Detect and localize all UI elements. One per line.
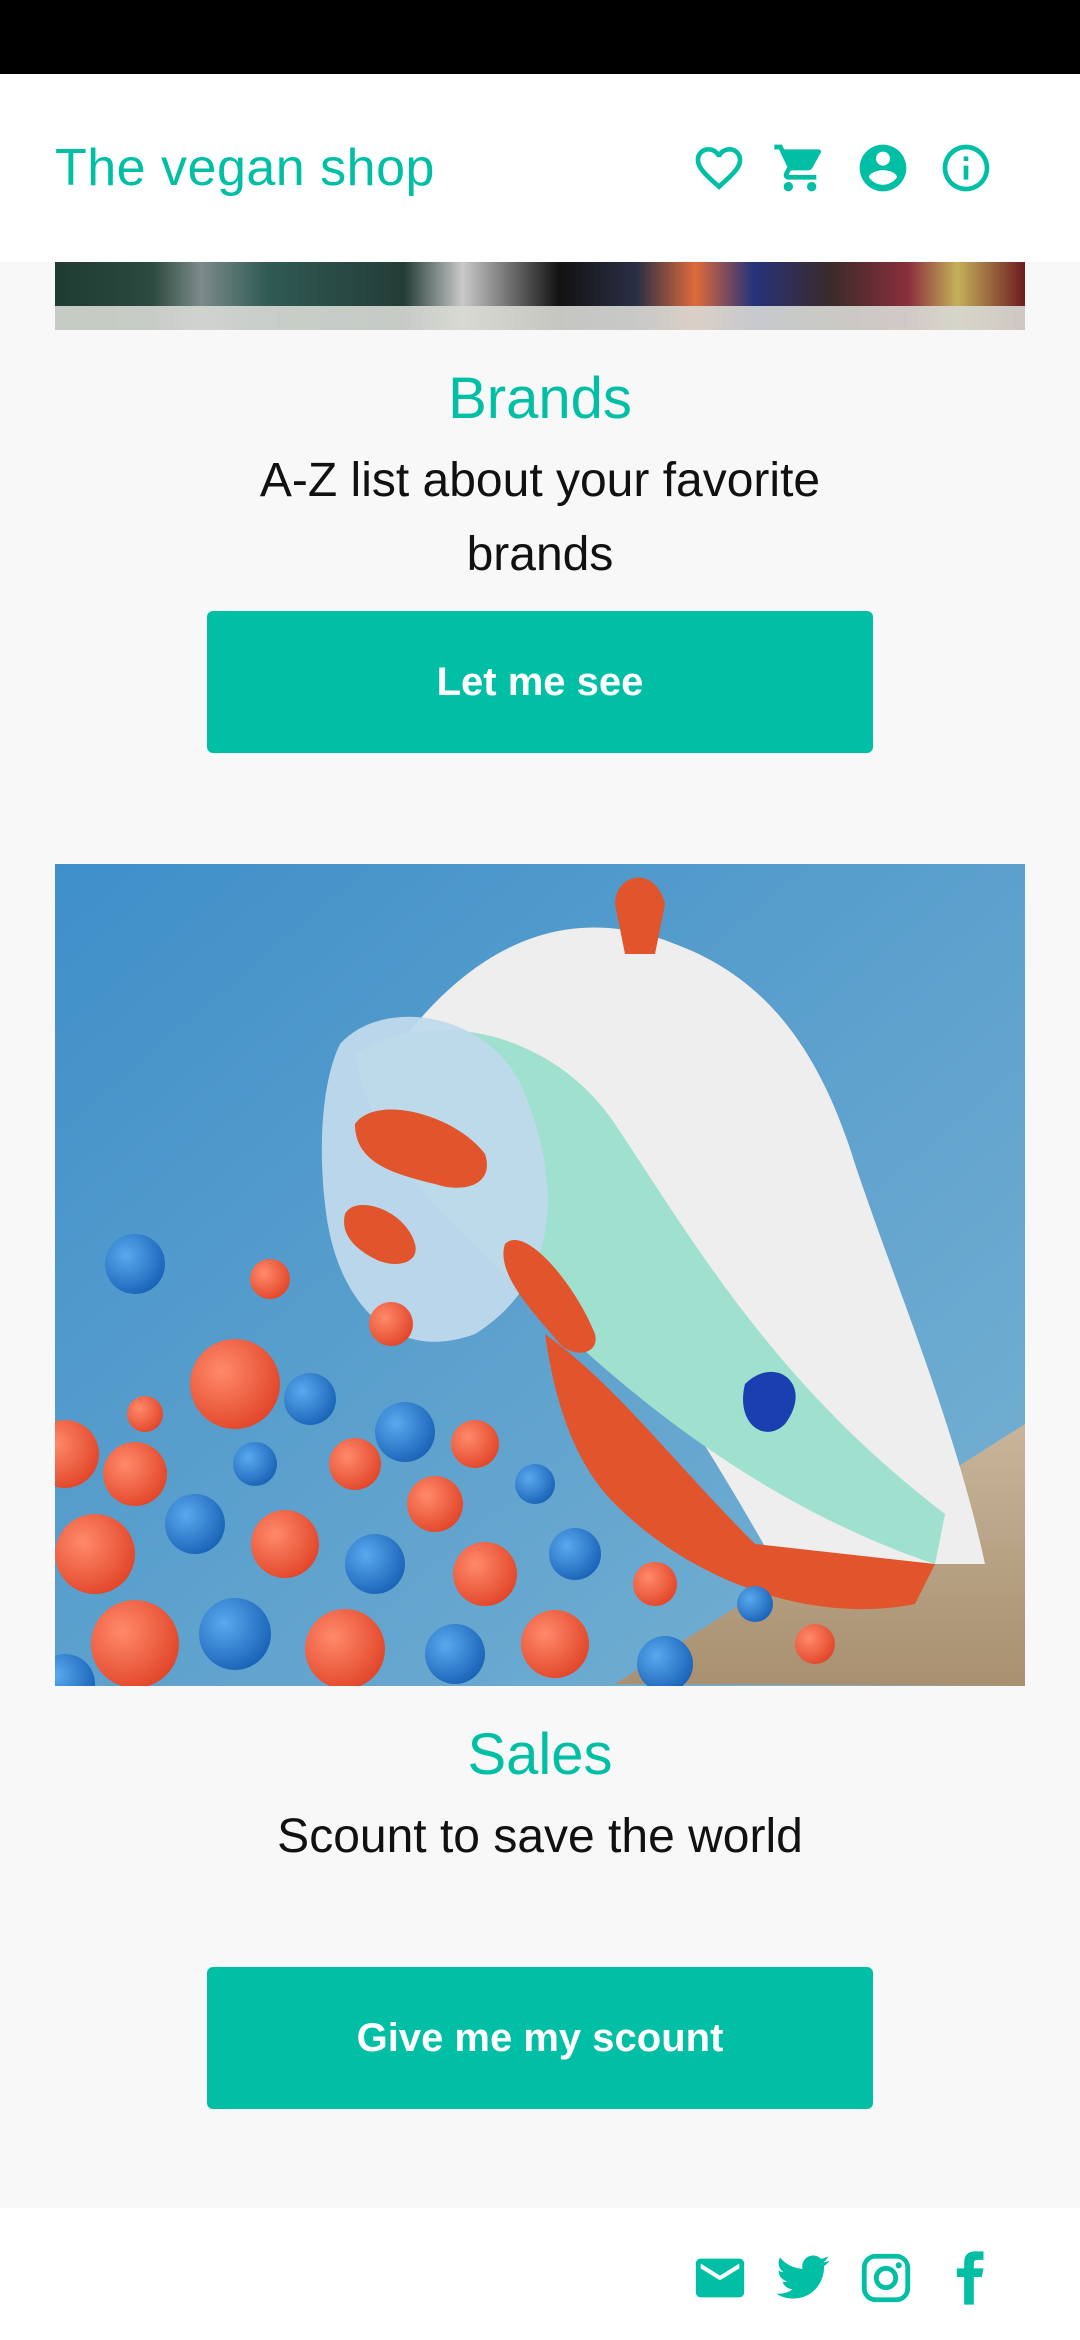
sales-title: Sales (467, 1722, 613, 1787)
mail-icon[interactable] (690, 2248, 750, 2308)
app-header: The vegan shop (0, 74, 1080, 262)
info-icon[interactable] (936, 138, 996, 198)
give-me-my-scount-button[interactable]: Give me my scount (207, 1967, 873, 2109)
sales-description: Scount to save the world (277, 1810, 803, 1863)
sales-section: Sales Scount to save the world (0, 1720, 1080, 1874)
footer (0, 2208, 1080, 2340)
app-title: The vegan shop (55, 139, 435, 197)
facebook-icon[interactable] (939, 2248, 999, 2308)
status-bar (0, 0, 1080, 74)
account-icon[interactable] (853, 138, 913, 198)
brands-description: A-Z list about your favorite brands (259, 454, 821, 581)
brands-title: Brands (448, 366, 632, 431)
brands-image (55, 262, 1025, 330)
cart-icon[interactable] (770, 138, 830, 198)
twitter-icon[interactable] (773, 2248, 833, 2308)
brands-section: Brands A-Z list about your favorite bran… (0, 364, 1080, 592)
heart-icon[interactable] (689, 138, 749, 198)
instagram-icon[interactable] (856, 2248, 916, 2308)
sales-image (55, 864, 1025, 1686)
let-me-see-button[interactable]: Let me see (207, 611, 873, 753)
